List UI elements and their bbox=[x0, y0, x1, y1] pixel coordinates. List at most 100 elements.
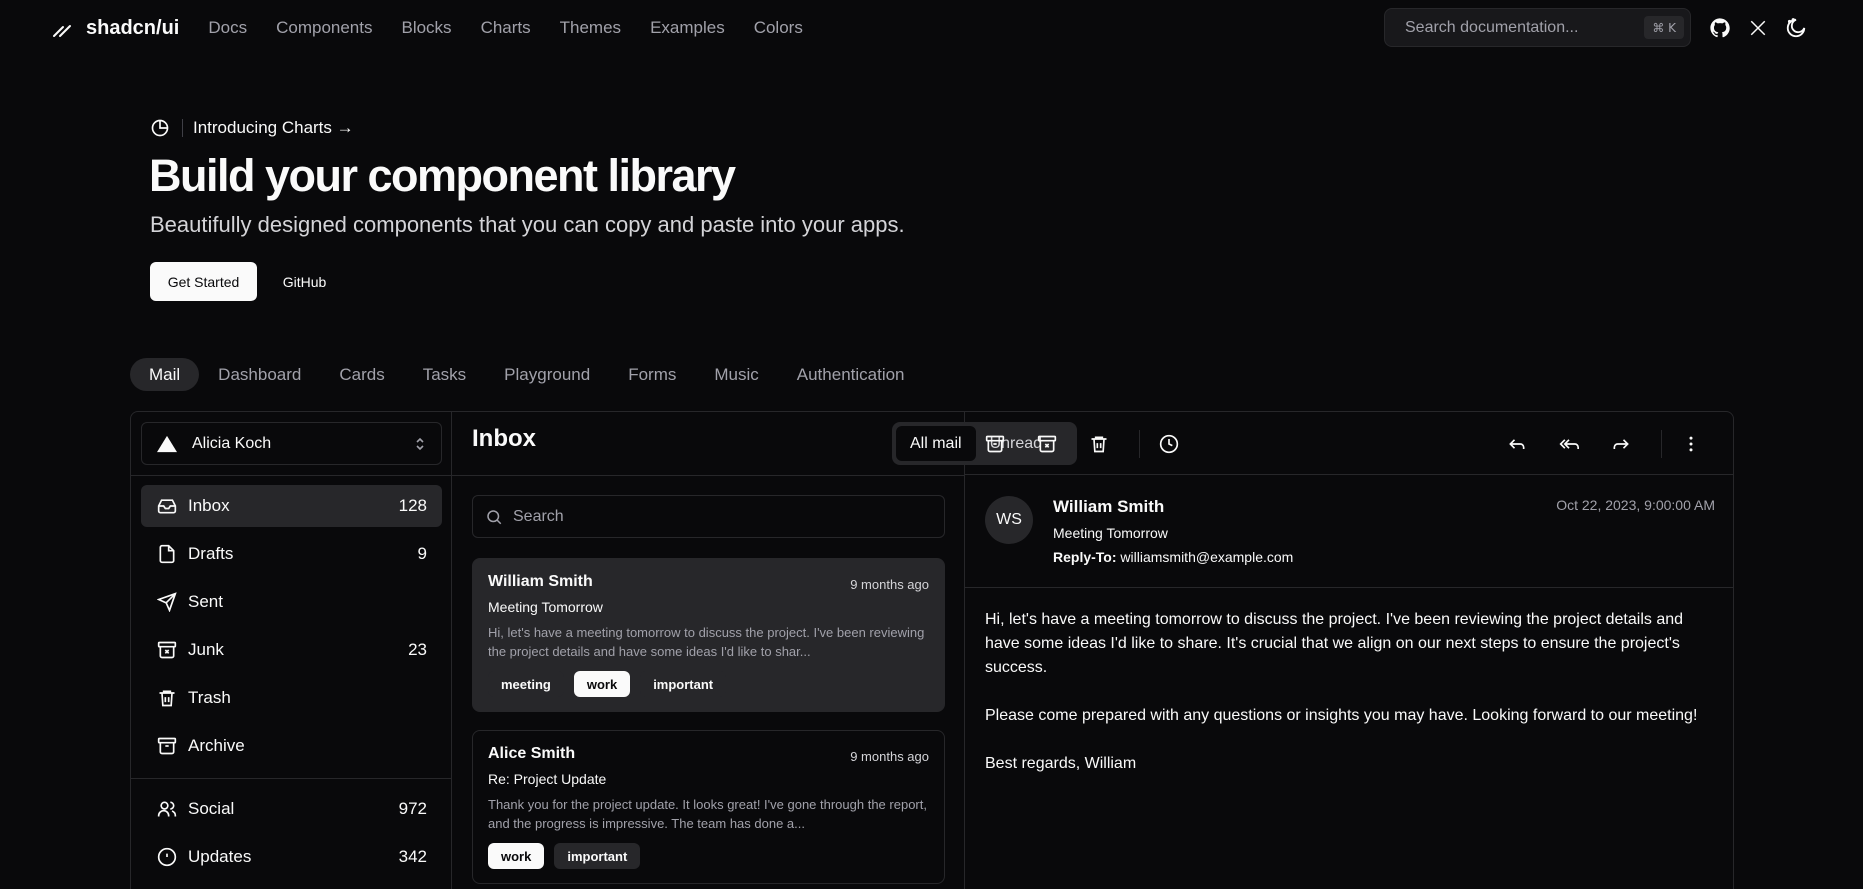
account-switcher[interactable]: Alicia Koch bbox=[141, 422, 442, 465]
announcement-divider bbox=[182, 119, 183, 137]
tag-badge: work bbox=[573, 671, 631, 697]
reply-to-label: Reply-To: bbox=[1053, 549, 1117, 565]
open-date: Oct 22, 2023, 9:00:00 AM bbox=[1556, 497, 1715, 513]
sidebar-item-label: Archive bbox=[188, 736, 245, 755]
sidebar-item-trash[interactable]: Trash bbox=[141, 677, 442, 719]
docs-search-input[interactable]: Search documentation... ⌘ K bbox=[1384, 8, 1691, 47]
toolbar-divider bbox=[1139, 430, 1140, 458]
tab-dashboard[interactable]: Dashboard bbox=[199, 358, 320, 391]
hero-title: Build your component library bbox=[149, 150, 736, 201]
tab-authentication[interactable]: Authentication bbox=[778, 358, 924, 391]
sidebar-divider bbox=[131, 475, 452, 476]
hero-subtitle: Beautifully designed components that you… bbox=[150, 212, 905, 237]
message-date: 9 months ago bbox=[850, 749, 929, 764]
reply-icon[interactable] bbox=[1505, 432, 1529, 456]
announcement-text: Introducing Charts → bbox=[193, 118, 354, 137]
nav-blocks[interactable]: Blocks bbox=[401, 18, 451, 38]
theme-toggle-icon[interactable] bbox=[1784, 16, 1808, 40]
github-button[interactable]: GitHub bbox=[268, 262, 341, 301]
sidebar-item-label: Trash bbox=[188, 688, 231, 707]
sidebar-item-count: 972 bbox=[398, 799, 427, 818]
sidebar-item-count: 342 bbox=[398, 847, 427, 866]
more-vertical-icon[interactable] bbox=[1679, 432, 1703, 456]
sidebar-item-updates[interactable]: Updates 342 bbox=[141, 836, 442, 878]
archive-x-icon bbox=[156, 639, 178, 661]
tab-playground[interactable]: Playground bbox=[485, 358, 609, 391]
alert-circle-icon bbox=[156, 846, 178, 868]
github-icon[interactable] bbox=[1708, 16, 1732, 40]
sidebar-item-sent[interactable]: Sent bbox=[141, 581, 442, 623]
main-nav: Docs Components Blocks Charts Themes Exa… bbox=[208, 18, 831, 38]
tab-tasks[interactable]: Tasks bbox=[404, 358, 485, 391]
triangle-logo-icon bbox=[157, 435, 177, 452]
get-started-button[interactable]: Get Started bbox=[150, 262, 257, 301]
search-placeholder: Search bbox=[513, 507, 564, 525]
mail-display: WS William Smith Meeting Tomorrow Reply-… bbox=[965, 412, 1733, 889]
sidebar-item-archive[interactable]: Archive bbox=[141, 725, 442, 767]
message-tags: work important bbox=[488, 843, 929, 869]
sidebar-divider bbox=[131, 778, 452, 779]
sidebar-item-label: Social bbox=[188, 799, 235, 818]
toolbar-divider bbox=[1661, 430, 1662, 458]
nav-colors[interactable]: Colors bbox=[754, 18, 803, 38]
tag-badge: important bbox=[554, 843, 641, 869]
chevrons-up-down-icon bbox=[416, 437, 424, 451]
brand-name: shadcn/ui bbox=[86, 16, 180, 39]
nav-charts[interactable]: Charts bbox=[481, 18, 531, 38]
avatar: WS bbox=[985, 496, 1033, 544]
mail-search-input[interactable]: Search bbox=[472, 495, 945, 538]
tag-badge: meeting bbox=[488, 671, 564, 697]
logo-icon bbox=[53, 25, 71, 37]
sidebar-item-drafts[interactable]: Drafts 9 bbox=[141, 533, 442, 575]
filter-all-mail[interactable]: All mail bbox=[896, 426, 976, 461]
brand-logo[interactable]: shadcn/ui bbox=[50, 16, 179, 40]
sidebar-item-label: Sent bbox=[188, 592, 223, 611]
nav-docs[interactable]: Docs bbox=[208, 18, 247, 38]
archive-icon bbox=[156, 735, 178, 757]
clock-icon[interactable] bbox=[1157, 432, 1181, 456]
send-icon bbox=[156, 591, 178, 613]
message-subject: Re: Project Update bbox=[488, 771, 607, 787]
message-tags: meeting work important bbox=[488, 671, 929, 697]
reply-all-icon[interactable] bbox=[1557, 432, 1581, 456]
reply-to-address: williamsmith@example.com bbox=[1120, 549, 1294, 565]
mail-list-item[interactable]: William Smith 9 months ago Meeting Tomor… bbox=[472, 558, 945, 712]
sidebar-item-junk[interactable]: Junk 23 bbox=[141, 629, 442, 671]
tab-mail[interactable]: Mail bbox=[130, 358, 200, 391]
sidebar-item-count: 23 bbox=[408, 640, 427, 659]
sidebar-item-social[interactable]: Social 972 bbox=[141, 788, 442, 830]
reply-to: Reply-To: williamsmith@example.com bbox=[1053, 549, 1293, 565]
sidebar-item-count: 9 bbox=[417, 544, 427, 563]
announcement-link[interactable]: Introducing Charts → bbox=[150, 118, 354, 138]
nav-examples[interactable]: Examples bbox=[650, 18, 725, 38]
sidebar-item-inbox[interactable]: Inbox 128 bbox=[141, 485, 442, 527]
account-name: Alicia Koch bbox=[192, 434, 272, 452]
tab-music[interactable]: Music bbox=[695, 358, 777, 391]
tab-cards[interactable]: Cards bbox=[320, 358, 403, 391]
x-icon[interactable] bbox=[1746, 16, 1770, 40]
mail-list-panel: Inbox All mail Unread Search William Smi… bbox=[452, 412, 1077, 889]
sidebar-item-label: Drafts bbox=[188, 544, 234, 563]
file-icon bbox=[156, 543, 178, 565]
trash-icon bbox=[156, 687, 178, 709]
search-icon bbox=[485, 508, 503, 526]
sidebar-item-label: Updates bbox=[188, 847, 252, 866]
archive-x-icon[interactable] bbox=[1035, 432, 1059, 456]
message-preview: Thank you for the project update. It loo… bbox=[488, 797, 927, 831]
archive-icon[interactable] bbox=[983, 432, 1007, 456]
mail-list-item[interactable]: Alice Smith 9 months ago Re: Project Upd… bbox=[472, 730, 945, 884]
mail-example: Alicia Koch Inbox 128 Drafts 9 Sent Junk… bbox=[130, 411, 1734, 889]
forward-icon[interactable] bbox=[1609, 432, 1633, 456]
mail-body: Hi, let's have a meeting tomorrow to dis… bbox=[985, 611, 1698, 772]
nav-themes[interactable]: Themes bbox=[560, 18, 621, 38]
nav-components[interactable]: Components bbox=[276, 18, 372, 38]
mail-toolbar bbox=[965, 412, 1733, 475]
pie-chart-icon bbox=[151, 119, 169, 137]
tab-forms[interactable]: Forms bbox=[609, 358, 695, 391]
list-divider bbox=[452, 475, 965, 476]
trash-icon[interactable] bbox=[1087, 432, 1111, 456]
message-subject: Meeting Tomorrow bbox=[488, 599, 603, 615]
open-subject: Meeting Tomorrow bbox=[1053, 525, 1168, 541]
sidebar-item-label: Junk bbox=[188, 640, 224, 659]
mail-divider bbox=[965, 587, 1733, 588]
